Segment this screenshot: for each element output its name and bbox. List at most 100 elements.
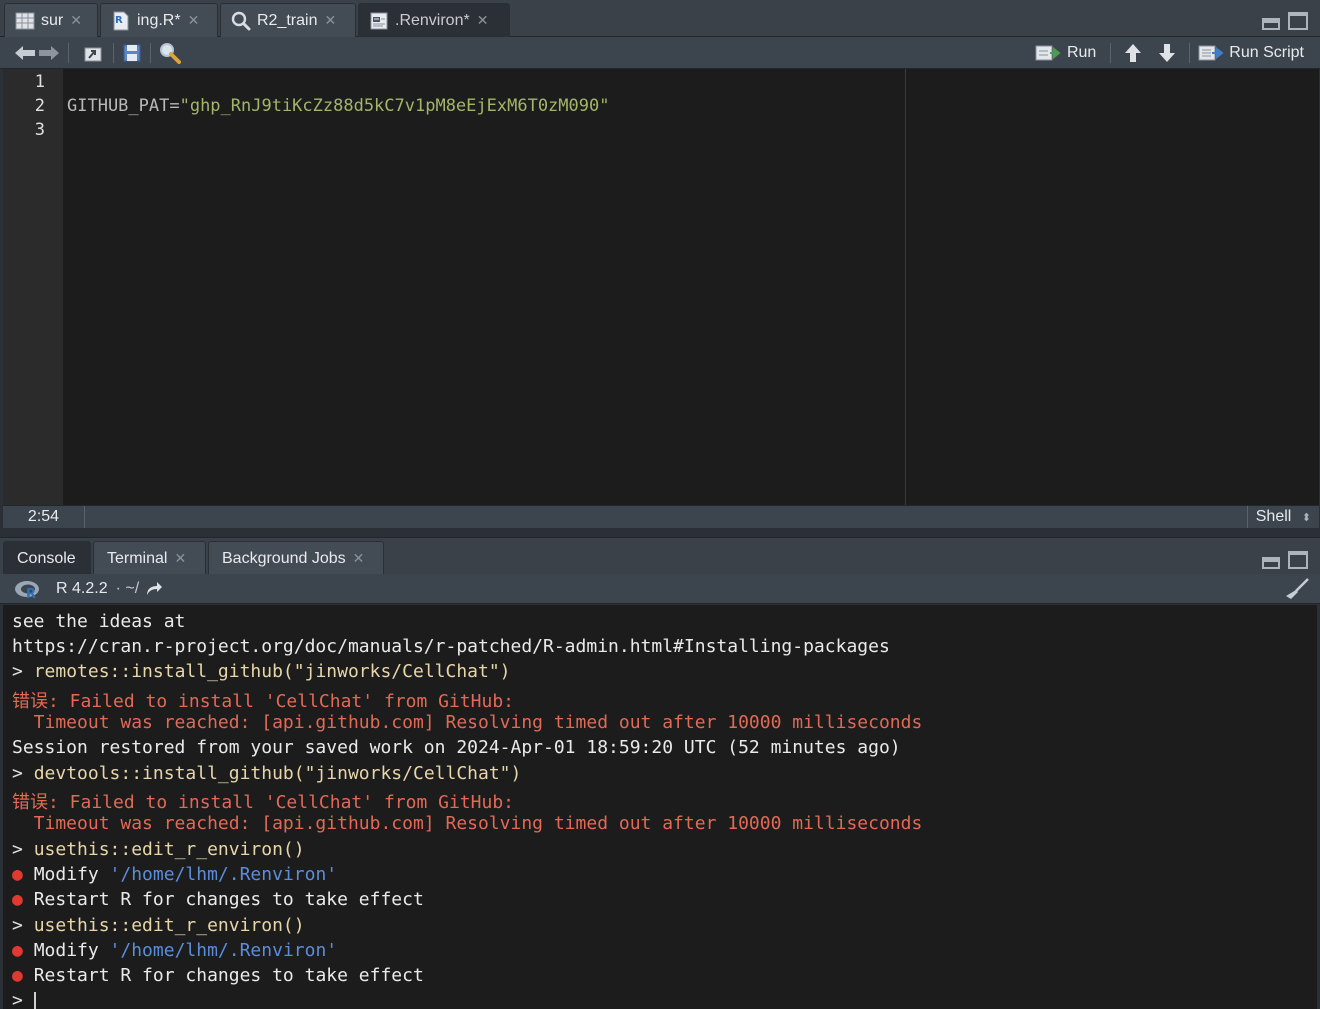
find-replace-button[interactable] [159, 41, 181, 65]
bullet-icon: ● [12, 940, 34, 961]
tab-label: ing.R* [137, 11, 181, 29]
message-text: Restart R for changes to take effect [33, 889, 424, 910]
prompt-symbol: > [12, 915, 34, 936]
file-path-link[interactable]: '/home/lhm/.Renviron' [110, 940, 338, 961]
run-button[interactable]: Run [1035, 41, 1096, 65]
r-logo-icon: R [14, 579, 42, 599]
minimize-pane-icon[interactable] [1262, 18, 1280, 30]
previous-section-button[interactable] [1123, 41, 1143, 65]
tab-renviron[interactable]: .Renviron* ✕ [358, 3, 510, 37]
console-tab-strip: Console Terminal ✕ Background Jobs ✕ [0, 537, 1320, 575]
tab-terminal[interactable]: Terminal ✕ [93, 541, 206, 575]
maximize-pane-icon[interactable] [1288, 551, 1308, 569]
minimize-pane-icon[interactable] [1262, 557, 1280, 569]
code-line-2[interactable]: GITHUB_PAT="ghp_RnJ9tiKcZz88d5kC7v1pM8eE… [67, 96, 609, 116]
line-number-gutter: 1 2 3 [3, 69, 63, 505]
tab-label: .Renviron* [395, 11, 470, 29]
tab-label: Terminal [107, 549, 168, 567]
bullet-icon: ● [12, 965, 34, 986]
next-section-button[interactable] [1157, 41, 1177, 65]
console-line: see the ideas at [12, 611, 186, 632]
tab-label: sur [41, 11, 64, 29]
maximize-pane-icon[interactable] [1288, 12, 1308, 30]
console-line: > devtools::install_github("jinworks/Cel… [12, 763, 521, 784]
text-file-icon [369, 11, 389, 31]
r-file-icon: R [111, 11, 131, 31]
forward-button[interactable] [38, 41, 60, 65]
console-line: ● Modify '/home/lhm/.Renviron' [12, 940, 337, 961]
console-output[interactable]: see the ideas at https://cran.r-project.… [3, 605, 1317, 1009]
tab-r2-train[interactable]: R2_train ✕ [220, 3, 356, 37]
file-path-link[interactable]: '/home/lhm/.Renviron' [110, 864, 338, 885]
rstudio-window: sur ✕ R ing.R* ✕ R2_train ✕ .Renviron* ✕ [0, 0, 1320, 1009]
command-text: usethis::edit_r_environ() [33, 915, 305, 936]
console-line: Session restored from your saved work on… [12, 737, 901, 758]
close-icon[interactable]: ✕ [477, 12, 489, 29]
save-icon [123, 44, 141, 61]
toolbar-divider [1189, 42, 1191, 63]
arrow-down-icon [1159, 43, 1176, 62]
toolbar-divider [113, 42, 114, 63]
tab-ing-r[interactable]: R ing.R* ✕ [100, 3, 218, 37]
cursor-position[interactable]: 2:54 [3, 506, 85, 528]
r-version: R 4.2.2 [56, 579, 108, 597]
tab-label: Background Jobs [222, 549, 346, 567]
editor-toolbar: Run Run Script [0, 37, 1320, 69]
prompt-symbol: > [12, 763, 34, 784]
tab-sur[interactable]: sur ✕ [4, 3, 98, 37]
show-in-new-window-icon [84, 47, 102, 61]
close-icon[interactable]: ✕ [174, 550, 186, 567]
updown-chevron-icon: ⬍ [1301, 512, 1311, 524]
message-text: Modify [33, 940, 110, 961]
editor-tab-strip: sur ✕ R ing.R* ✕ R2_train ✕ .Renviron* ✕ [0, 0, 1320, 37]
file-type-selector[interactable]: Shell ⬍ [1246, 506, 1311, 528]
line-number: 2 [34, 96, 45, 116]
close-icon[interactable]: ✕ [70, 12, 82, 29]
arrow-right-icon [39, 45, 59, 60]
console-input-line[interactable]: > [12, 990, 36, 1009]
back-button[interactable] [14, 41, 36, 65]
error-line: 错误: Failed to install 'CellChat' from Gi… [12, 792, 514, 813]
toolbar-divider [150, 42, 151, 63]
prompt-symbol: > [12, 661, 34, 682]
svg-text:R: R [26, 587, 36, 599]
prompt-symbol: > [12, 990, 34, 1009]
tab-label: R2_train [257, 11, 318, 29]
close-icon[interactable]: ✕ [324, 12, 336, 29]
env-var-name: GITHUB_PAT= [67, 96, 180, 116]
console-line: ● Modify '/home/lhm/.Renviron' [12, 864, 337, 885]
code-editor[interactable]: 1 2 3 GITHUB_PAT="ghp_RnJ9tiKcZz88d5kC7v… [3, 69, 1319, 505]
console-line: ● Restart R for changes to take effect [12, 965, 424, 986]
message-text: Restart R for changes to take effect [33, 965, 424, 986]
file-type-label: Shell [1255, 508, 1292, 525]
run-script-button[interactable]: Run Script [1198, 41, 1304, 65]
message-text: Modify [33, 864, 110, 885]
command-text: devtools::install_github("jinworks/CellC… [33, 763, 522, 784]
print-margin-line [905, 69, 906, 505]
tab-console[interactable]: Console [3, 541, 91, 575]
show-in-window-button[interactable] [81, 41, 105, 65]
magnifier-icon [160, 42, 181, 64]
run-lines-icon [1035, 45, 1061, 60]
pane-window-controls [1262, 551, 1308, 569]
toolbar-divider [68, 42, 69, 63]
arrow-up-icon [1125, 43, 1142, 62]
go-to-directory-icon[interactable] [145, 581, 163, 597]
clear-console-broom-icon[interactable] [1284, 577, 1310, 600]
run-script-label: Run Script [1229, 43, 1304, 61]
command-text: usethis::edit_r_environ() [33, 839, 305, 860]
text-cursor [33, 991, 36, 1009]
error-line: Timeout was reached: [api.github.com] Re… [12, 813, 923, 834]
working-directory[interactable]: · ~/ [116, 580, 140, 598]
close-icon[interactable]: ✕ [353, 550, 365, 567]
bullet-icon: ● [12, 864, 34, 885]
editor-status-bar: 2:54 Shell ⬍ [3, 505, 1319, 528]
search-icon [231, 11, 251, 31]
save-button[interactable] [122, 41, 142, 65]
env-var-value: "ghp_RnJ9tiKcZz88d5kC7v1pM8eEjExM6T0zM09… [179, 96, 610, 116]
bullet-icon: ● [12, 889, 34, 910]
close-icon[interactable]: ✕ [188, 12, 200, 29]
console-header: R R 4.2.2 · ~/ [0, 574, 1320, 604]
prompt-symbol: > [12, 839, 34, 860]
tab-background-jobs[interactable]: Background Jobs ✕ [208, 541, 384, 575]
